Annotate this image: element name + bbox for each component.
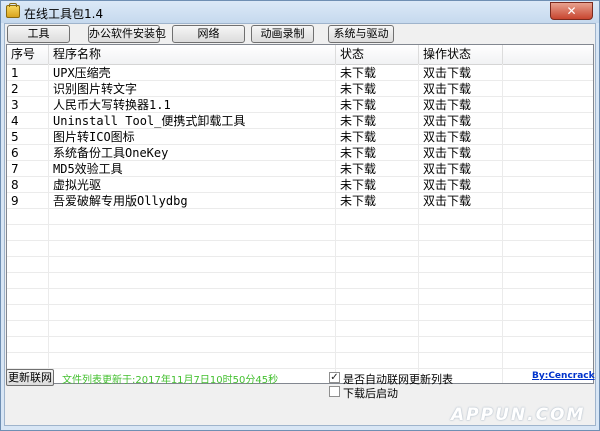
table-row[interactable]: 9 吾爱破解专用版Ollydbg 未下载 双击下载 bbox=[7, 193, 593, 209]
cell-program-name: 吾爱破解专用版Ollydbg bbox=[53, 194, 188, 208]
cell-status: 未下载 bbox=[340, 178, 377, 192]
grid-line bbox=[7, 224, 593, 225]
cell-status: 未下载 bbox=[340, 114, 377, 128]
cell-no: 1 bbox=[11, 66, 19, 80]
table-row[interactable]: 3 人民币大写转换器1.1 未下载 双击下载 bbox=[7, 97, 593, 113]
cell-no: 4 bbox=[11, 114, 19, 128]
refresh-list-button[interactable]: 更新联网 bbox=[6, 369, 54, 386]
cell-status: 未下载 bbox=[340, 194, 377, 208]
table-row[interactable]: 4 Uninstall Tool_便携式卸载工具 未下载 双击下载 bbox=[7, 113, 593, 129]
watermark: APPUN.COM bbox=[451, 405, 586, 425]
cell-no: 7 bbox=[11, 162, 19, 176]
auto-update-checkbox[interactable]: ✓ bbox=[329, 372, 340, 383]
cell-action: 双击下载 bbox=[423, 130, 472, 144]
cell-program-name: Uninstall Tool_便携式卸载工具 bbox=[53, 114, 246, 128]
cell-no: 3 bbox=[11, 98, 19, 112]
cell-no: 2 bbox=[11, 82, 19, 96]
cell-action: 双击下载 bbox=[423, 98, 472, 112]
cell-status: 未下载 bbox=[340, 66, 377, 80]
cell-action: 双击下载 bbox=[423, 66, 472, 80]
cell-status: 未下载 bbox=[340, 82, 377, 96]
program-list[interactable]: 序号 程序名称 状态 操作状态 1 UPX压缩壳 未下载 双击下载 2 识别图片转文字 未下… bbox=[6, 44, 594, 384]
tab-tools[interactable]: 工具 bbox=[7, 25, 70, 43]
grid-line bbox=[7, 352, 593, 353]
title-bar[interactable]: 在线工具包1.4 ✕ bbox=[1, 1, 599, 23]
cell-program-name: UPX压缩壳 bbox=[53, 66, 111, 80]
app-window: 在线工具包1.4 ✕ 工具 办公软件安装包 网络 动画录制 系统与驱动 序号 程… bbox=[0, 0, 600, 431]
close-button[interactable]: ✕ bbox=[550, 2, 593, 20]
cell-program-name: 系统备份工具OneKey bbox=[53, 146, 169, 160]
cell-program-name: 图片转ICO图标 bbox=[53, 130, 135, 144]
cell-no: 8 bbox=[11, 178, 19, 192]
cell-action: 双击下载 bbox=[423, 162, 472, 176]
tab-animation-record[interactable]: 动画录制 bbox=[251, 25, 314, 43]
grid-line bbox=[7, 304, 593, 305]
table-row[interactable]: 6 系统备份工具OneKey 未下载 双击下载 bbox=[7, 145, 593, 161]
cell-program-name: 虚拟光驱 bbox=[53, 178, 102, 192]
grid-line bbox=[7, 272, 593, 273]
cell-action: 双击下载 bbox=[423, 178, 472, 192]
cell-status: 未下载 bbox=[340, 146, 377, 160]
tab-network[interactable]: 网络 bbox=[172, 25, 245, 43]
table-row[interactable]: 5 图片转ICO图标 未下载 双击下载 bbox=[7, 129, 593, 145]
author-link[interactable]: By:Cencrack bbox=[532, 371, 595, 381]
grid-line bbox=[7, 368, 593, 369]
tab-office-installers[interactable]: 办公软件安装包 bbox=[88, 25, 166, 43]
cell-program-name: 人民币大写转换器1.1 bbox=[53, 98, 171, 112]
column-header-no[interactable]: 序号 bbox=[7, 45, 49, 64]
launch-after-download-checkbox[interactable] bbox=[329, 386, 340, 397]
table-row[interactable]: 7 MD5效验工具 未下载 双击下载 bbox=[7, 161, 593, 177]
cell-action: 双击下载 bbox=[423, 82, 472, 96]
cell-action: 双击下载 bbox=[423, 114, 472, 128]
column-header-status[interactable]: 状态 bbox=[336, 45, 419, 64]
list-update-time: 文件列表更新于:2017年11月7日10时50分45秒 bbox=[62, 375, 279, 386]
table-row[interactable]: 1 UPX压缩壳 未下载 双击下载 bbox=[7, 65, 593, 81]
cell-program-name: MD5效验工具 bbox=[53, 162, 123, 176]
cell-no: 5 bbox=[11, 130, 19, 144]
grid-line bbox=[7, 320, 593, 321]
cell-program-name: 识别图片转文字 bbox=[53, 82, 138, 96]
table-row[interactable]: 8 虚拟光驱 未下载 双击下载 bbox=[7, 177, 593, 193]
tab-system-drivers[interactable]: 系统与驱动 bbox=[328, 25, 394, 43]
cell-action: 双击下载 bbox=[423, 194, 472, 208]
cell-status: 未下载 bbox=[340, 98, 377, 112]
window-title: 在线工具包1.4 bbox=[24, 7, 104, 21]
cell-no: 9 bbox=[11, 194, 19, 208]
client-area: 工具 办公软件安装包 网络 动画录制 系统与驱动 序号 程序名称 状态 操作状态… bbox=[4, 23, 596, 426]
column-header-name[interactable]: 程序名称 bbox=[49, 45, 336, 64]
grid-line bbox=[7, 336, 593, 337]
table-row[interactable]: 2 识别图片转文字 未下载 双击下载 bbox=[7, 81, 593, 97]
grid-line bbox=[7, 288, 593, 289]
launch-after-download-label[interactable]: 下载后启动 bbox=[343, 385, 398, 401]
cell-no: 6 bbox=[11, 146, 19, 160]
toolbox-icon bbox=[6, 3, 20, 18]
cell-action: 双击下载 bbox=[423, 146, 472, 160]
grid-line bbox=[7, 256, 593, 257]
list-header: 序号 程序名称 状态 操作状态 bbox=[7, 45, 593, 65]
column-header-action[interactable]: 操作状态 bbox=[419, 45, 503, 64]
grid-line bbox=[7, 240, 593, 241]
cell-status: 未下载 bbox=[340, 130, 377, 144]
cell-status: 未下载 bbox=[340, 162, 377, 176]
